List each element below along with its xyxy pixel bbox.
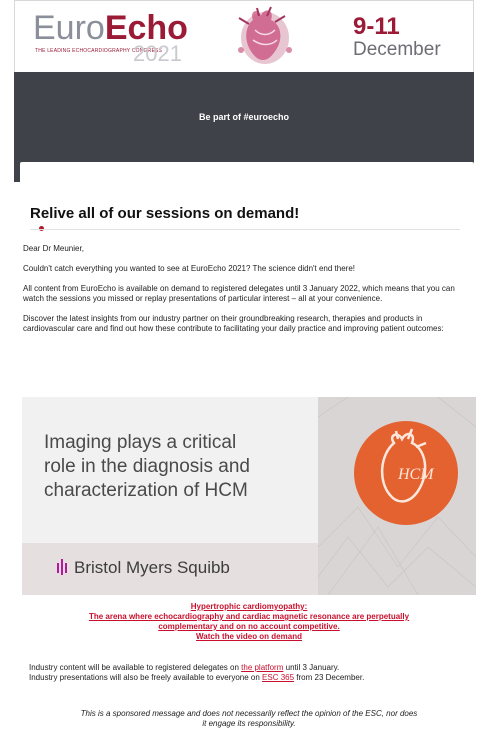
banner-text-panel: Imaging plays a critical role in the dia… <box>22 397 318 543</box>
heart-illustration-icon <box>238 6 292 64</box>
body-paragraph: Discover the latest insights from our in… <box>23 314 444 333</box>
divider <box>30 229 460 230</box>
logo-tagline: THE LEADING ECHOCARDIOGRAPHY CONGRESS <box>35 48 163 54</box>
heart-outline-icon: HCM <box>381 428 435 503</box>
hashtag-text[interactable]: Be part of #euroecho <box>14 112 474 122</box>
availability-info: Industry content will be available to re… <box>29 663 365 682</box>
watch-video-link[interactable]: Watch the video on demand <box>22 632 476 642</box>
sponsor-disclaimer: This is a sponsored message and does not… <box>80 709 418 728</box>
greeting: Dear Dr Meunier, <box>23 244 84 253</box>
dates-month: December <box>353 39 441 60</box>
banner-headline: Imaging plays a critical role in the dia… <box>44 432 250 501</box>
content-card: Relive all of our sessions on demand! <box>20 162 474 238</box>
platform-link[interactable]: the platform <box>241 663 283 672</box>
esc365-link[interactable]: ESC 365 <box>262 673 294 682</box>
bms-logo-icon <box>57 559 67 575</box>
video-links: Hypertrophic cardiomyopathy: The arena w… <box>22 602 476 642</box>
banner-image-panel: HCM <box>318 397 476 595</box>
card-title: Relive all of our sessions on demand! <box>30 205 300 222</box>
euroecho-logo[interactable]: EuroEcho THE LEADING ECHOCARDIOGRAPHY CO… <box>33 9 223 66</box>
body-paragraph: Couldn't catch everything you wanted to … <box>23 264 356 273</box>
sponsor-name: Bristol Myers Squibb <box>74 558 230 577</box>
logo-euro-text: Euro <box>33 9 105 47</box>
video-link[interactable]: complementary and on no account competit… <box>22 622 476 632</box>
event-dates: 9-11 December <box>353 15 473 61</box>
email-header: EuroEcho THE LEADING ECHOCARDIOGRAPHY CO… <box>14 0 474 72</box>
dates-number: 9-11 <box>353 13 400 40</box>
video-link[interactable]: Hypertrophic cardiomyopathy: <box>22 602 476 612</box>
svg-text:HCM: HCM <box>397 466 435 483</box>
sponsor-logo-strip: Bristol Myers Squibb <box>22 543 318 595</box>
video-link[interactable]: The arena where echocardiography and car… <box>22 612 476 622</box>
email-body: Dear Dr Meunier, Couldn't catch everythi… <box>23 244 473 344</box>
logo-year: 2021 <box>133 41 182 66</box>
sponsor-banner[interactable]: Imaging plays a critical role in the dia… <box>22 397 476 595</box>
body-paragraph: All content from EuroEcho is available o… <box>23 284 455 303</box>
hcm-badge: HCM <box>354 421 458 525</box>
